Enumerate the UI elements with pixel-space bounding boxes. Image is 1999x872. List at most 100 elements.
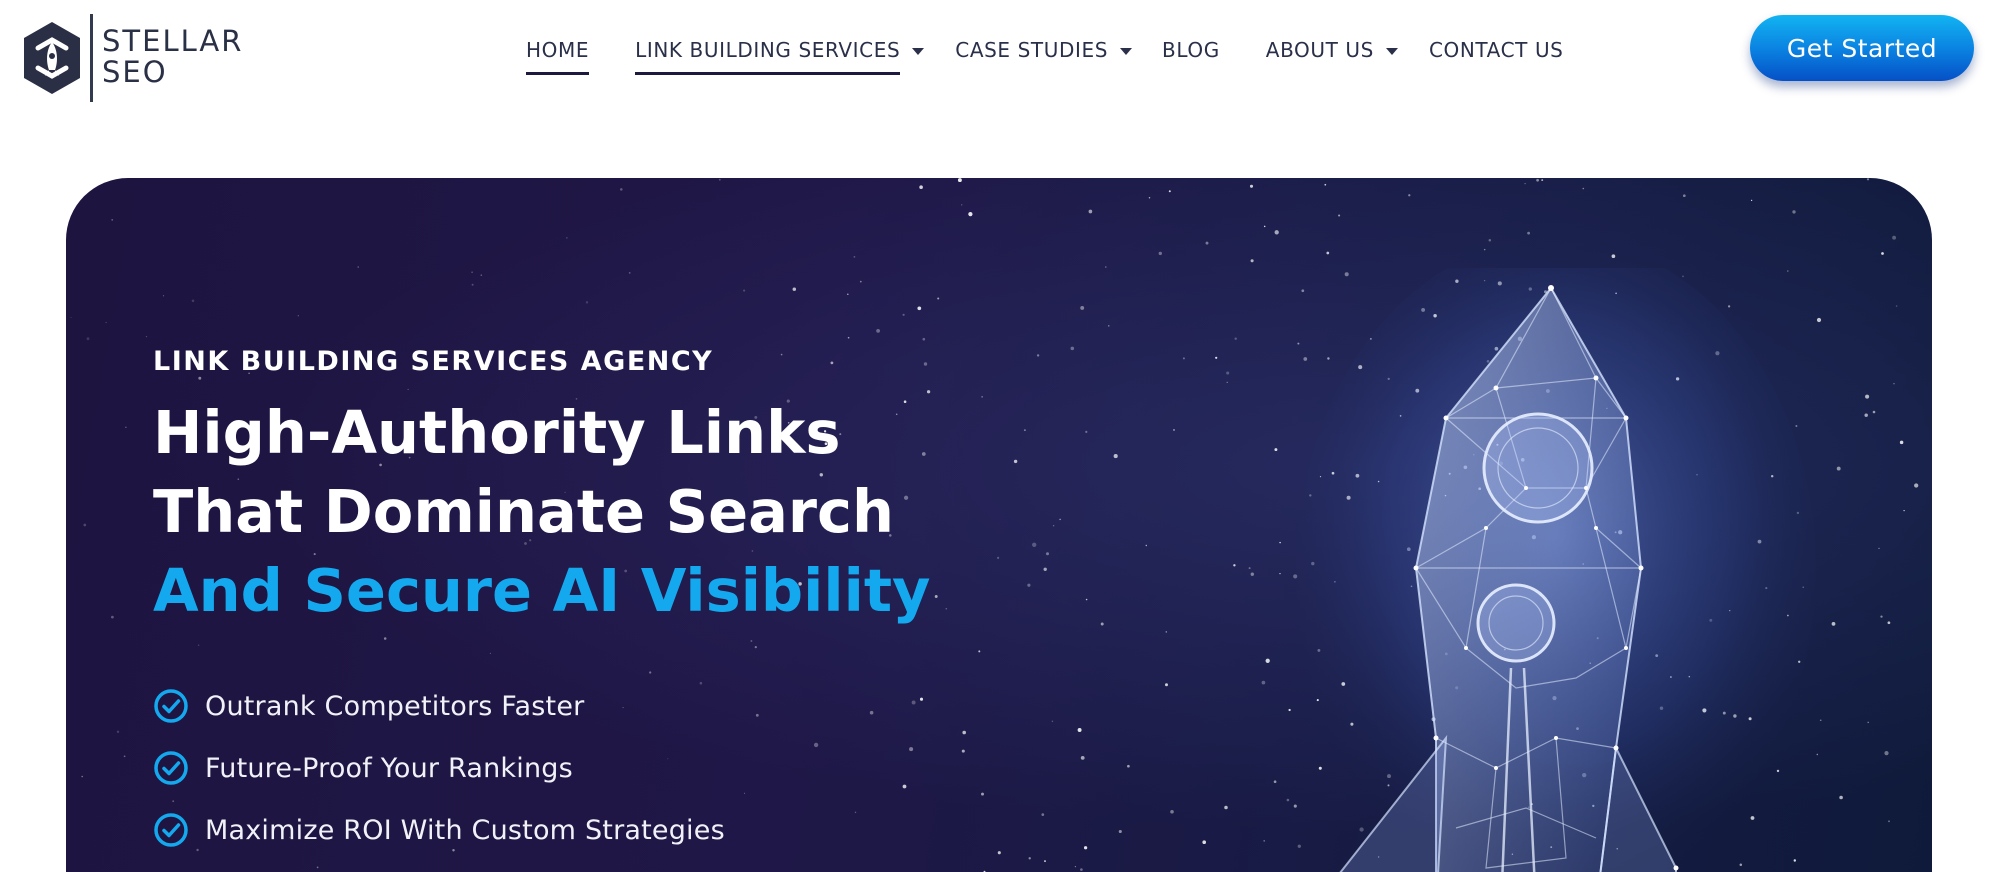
benefit-text: Outrank Competitors Faster (205, 690, 585, 722)
star (357, 266, 359, 268)
star (1279, 572, 1281, 575)
star (111, 219, 114, 221)
star (1899, 440, 1904, 445)
star (1836, 466, 1841, 471)
star (917, 306, 922, 311)
star (1408, 194, 1411, 197)
star (859, 280, 862, 283)
star (830, 361, 834, 365)
nav-item-label: BLOG (1162, 37, 1220, 62)
star (1524, 182, 1526, 185)
hero-banner: LINK BUILDING SERVICES AGENCY High-Autho… (66, 178, 1932, 872)
star (1819, 719, 1822, 722)
hero-headline: High-Authority Links That Dominate Searc… (153, 393, 931, 630)
star (847, 336, 850, 339)
headline-line-3-accent: And Secure AI Visibility (153, 556, 931, 625)
star (1233, 564, 1236, 567)
star (1077, 728, 1082, 732)
page: STELLAR SEO HOME LINK BUILDING SERVICES … (0, 0, 1999, 872)
star (1864, 413, 1868, 417)
star (566, 237, 568, 239)
star (628, 272, 631, 274)
star (489, 652, 492, 655)
star (649, 671, 652, 674)
get-started-button[interactable]: Get Started (1750, 15, 1974, 81)
star (191, 299, 195, 303)
star (471, 283, 474, 286)
star (123, 755, 126, 758)
star (922, 337, 926, 341)
nav-item-case-studies[interactable]: CASE STUDIES (955, 38, 1132, 72)
rocket-hexagon-icon (24, 22, 80, 94)
star (945, 607, 948, 610)
chevron-down-icon[interactable] (1385, 47, 1398, 55)
star (1816, 317, 1822, 323)
star (198, 376, 202, 380)
star (1148, 197, 1151, 199)
nav-item-home[interactable]: HOME (526, 38, 590, 75)
star (1261, 680, 1266, 685)
star (1878, 547, 1880, 550)
star (1326, 251, 1330, 255)
nav-item-about-us[interactable]: ABOUT US (1265, 37, 1398, 72)
star (1182, 357, 1185, 360)
star (1165, 683, 1168, 687)
star (876, 329, 880, 333)
star (1170, 810, 1174, 814)
star (1145, 544, 1148, 547)
star (1682, 194, 1686, 198)
star (1168, 190, 1171, 193)
star (1288, 708, 1291, 712)
star (962, 730, 967, 735)
star (1234, 337, 1237, 340)
star (960, 204, 963, 206)
star (1274, 448, 1278, 452)
star (1872, 410, 1876, 414)
star (997, 556, 1000, 559)
star (1880, 615, 1883, 618)
site-logo[interactable]: STELLAR SEO (20, 14, 250, 102)
star (978, 650, 981, 653)
star (1893, 382, 1895, 385)
star (1279, 541, 1281, 544)
nav-item-contact-us[interactable]: CONTACT US (1428, 37, 1564, 72)
star (1158, 251, 1163, 256)
star (316, 866, 319, 869)
list-item: Maximize ROI With Custom Strategies (153, 799, 725, 861)
nav-item-blog[interactable]: BLOG (1162, 37, 1220, 72)
star (755, 713, 759, 717)
nav-item-label: LINK BUILDING SERVICES (635, 38, 901, 75)
star (1226, 371, 1230, 375)
star (780, 353, 783, 356)
star (718, 178, 721, 181)
star (74, 198, 77, 201)
star (754, 645, 757, 649)
nav-item-link-building-services[interactable]: LINK BUILDING SERVICES (635, 38, 925, 75)
logo-divider (90, 14, 93, 102)
star (1263, 840, 1266, 842)
star (1611, 254, 1616, 259)
star (919, 185, 923, 189)
star (1488, 238, 1492, 242)
chevron-down-icon[interactable] (912, 47, 925, 55)
star (1865, 394, 1870, 399)
star (480, 274, 483, 276)
benefit-text: Maximize ROI With Custom Strategies (205, 814, 725, 846)
star (934, 595, 938, 598)
star (1080, 868, 1083, 871)
chevron-down-icon[interactable] (1120, 47, 1132, 55)
nav-item-label: ABOUT US (1265, 37, 1374, 62)
star (1215, 356, 1218, 359)
star (1205, 241, 1209, 245)
star (1338, 214, 1341, 217)
star (407, 388, 409, 390)
star (1884, 751, 1889, 756)
star (145, 335, 148, 338)
main-nav: HOME LINK BUILDING SERVICES CASE STUDIES… (526, 37, 1564, 80)
star (1881, 252, 1884, 255)
star (1248, 567, 1251, 570)
star (957, 178, 962, 183)
star (937, 297, 940, 300)
star (1536, 178, 1539, 182)
nav-item-label: CONTACT US (1428, 37, 1564, 62)
